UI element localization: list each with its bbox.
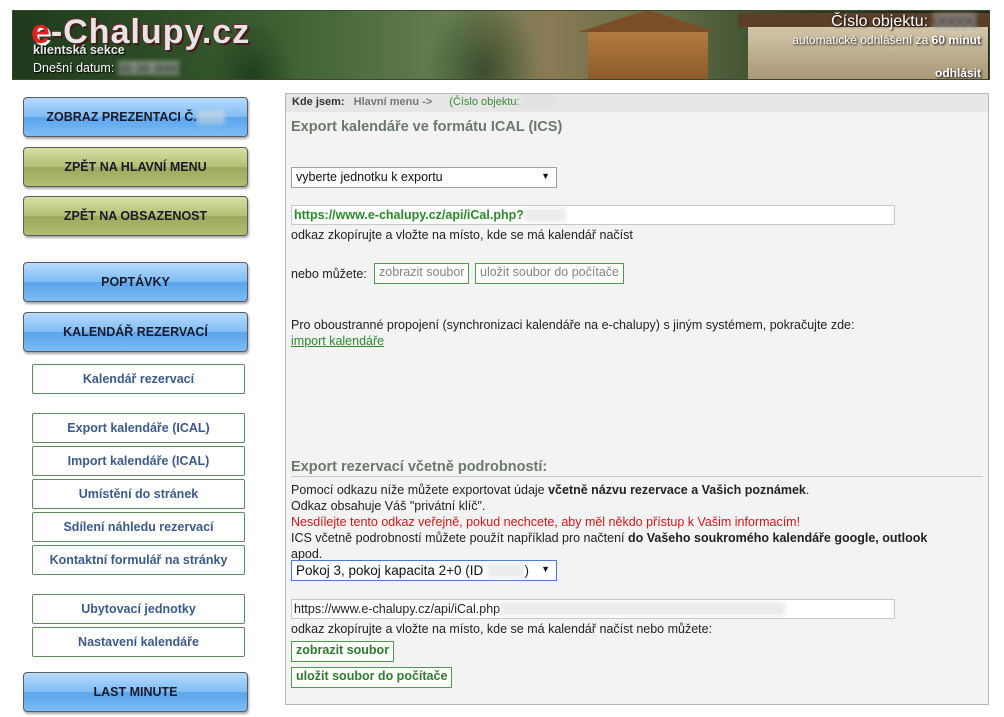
import-calendar-link[interactable]: import kalendáře xyxy=(291,333,384,349)
logout-link[interactable]: odhlásit xyxy=(935,66,981,79)
sidebar-item-contact-form[interactable]: Kontaktní formulář na stránky xyxy=(32,545,245,575)
back-to-main-menu-button[interactable]: ZPĚT NA HLAVNÍ MENU xyxy=(23,147,248,187)
current-date: Dnešní datum: 00.00.0000 xyxy=(33,61,181,75)
auto-logout-notice: automatické odhlášení za 60 minut xyxy=(792,33,981,47)
save-detailed-file-button[interactable]: uložit soubor do počítače xyxy=(291,667,453,688)
sync-description: Pro oboustranné propojení (synchronizaci… xyxy=(291,318,855,332)
sidebar-item-embed-in-pages[interactable]: Umístění do stránek xyxy=(32,479,245,509)
show-file-button[interactable]: zobrazit soubor xyxy=(374,263,470,284)
copy-hint-2: odkaz zkopírujte a vložte na místo, kde … xyxy=(291,622,713,636)
main-panel: Kde jsem: Hlavní menu -> (Číslo objektu:… xyxy=(285,93,989,705)
sidebar-item-import-ical[interactable]: Import kalendáře (ICAL) xyxy=(32,446,245,476)
object-number: Číslo objektu: 00000 xyxy=(831,13,977,31)
show-presentation-button[interactable]: ZOBRAZ PREZENTACI Č.0000 xyxy=(23,97,248,137)
breadcrumb-label: Kde jsem: xyxy=(292,96,345,108)
section-divider xyxy=(291,476,983,477)
room-select[interactable]: Pokoj 3, pokoj kapacita 2+0 (ID 00000)▼ xyxy=(291,560,557,581)
save-file-button[interactable]: uložit soubor do počítače xyxy=(475,263,624,284)
or-label: nebo můžete: xyxy=(291,267,367,281)
breadcrumb-main-menu[interactable]: Hlavní menu -> xyxy=(354,96,433,108)
sidebar-item-export-ical[interactable]: Export kalendáře (ICAL) xyxy=(32,413,245,443)
export-description: Pomocí odkazu níže můžete exportovat úda… xyxy=(291,483,928,561)
header-banner: e-Chalupy.cz klientská sekce Dnešní datu… xyxy=(12,10,990,80)
copy-hint: odkaz zkopírujte a vložte na místo, kde … xyxy=(291,228,633,242)
ical-url-field[interactable]: https://www.e-chalupy.cz/api/iCal.php?00… xyxy=(291,205,895,225)
client-section-label: klientská sekce xyxy=(33,43,125,57)
breadcrumb: Kde jsem: Hlavní menu -> (Číslo objektu:… xyxy=(286,94,988,112)
chevron-down-icon: ▼ xyxy=(541,564,550,574)
sidebar-item-reservation-calendar[interactable]: Kalendář rezervací xyxy=(32,364,245,394)
reservation-calendar-button[interactable]: KALENDÁŘ REZERVACÍ xyxy=(23,312,248,352)
inquiries-button[interactable]: POPTÁVKY xyxy=(23,262,248,302)
chevron-down-icon: ▼ xyxy=(541,171,550,181)
breadcrumb-object: (Číslo objektu: 00000 xyxy=(449,96,554,108)
privacy-warning: Nesdílejte tento odkaz veřejně, pokud ne… xyxy=(291,515,801,529)
show-detailed-file-button[interactable]: zobrazit soubor xyxy=(291,641,395,662)
last-minute-button[interactable]: LAST MINUTE xyxy=(23,672,248,712)
unit-export-select[interactable]: vyberte jednotku k exportu ▼ xyxy=(291,167,557,188)
sidebar-item-calendar-settings[interactable]: Nastavení kalendáře xyxy=(32,627,245,657)
sidebar-item-share-preview[interactable]: Sdílení náhledu rezervací xyxy=(32,512,245,542)
cabin-image xyxy=(578,11,718,79)
ical-export-title: Export kalendáře ve formátu ICAL (ICS) xyxy=(291,119,563,135)
back-to-occupancy-button[interactable]: ZPĚT NA OBSAZENOST xyxy=(23,196,248,236)
sidebar-item-accommodation-units[interactable]: Ubytovací jednotky xyxy=(32,594,245,624)
detailed-ical-url-field[interactable]: https://www.e-chalupy.cz/api/iCal.php000… xyxy=(291,599,895,619)
reservation-export-title: Export rezervací včetně podrobností: xyxy=(291,459,548,475)
